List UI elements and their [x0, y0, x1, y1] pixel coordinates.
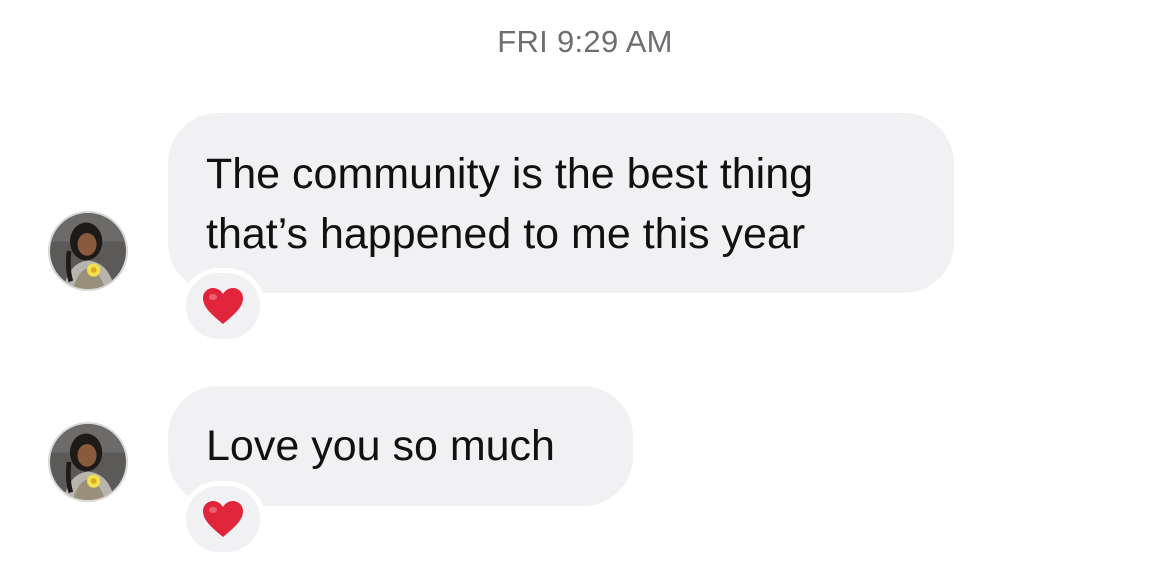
red-heart-icon	[203, 501, 243, 537]
message-text-line: The community is the best thing	[206, 150, 814, 198]
sender-avatar[interactable]	[48, 211, 128, 291]
sender-avatar[interactable]	[48, 422, 128, 502]
avatar-photo-icon	[50, 213, 126, 289]
message-bubble[interactable]: The community is the best thing that’s h…	[168, 113, 954, 293]
message-text-line: Love you so much	[206, 422, 555, 470]
reaction-badge[interactable]	[181, 268, 265, 344]
message-timestamp: FRI 9:29 AM	[497, 24, 673, 59]
avatar-photo-icon	[50, 424, 126, 500]
red-heart-icon	[203, 288, 243, 324]
message-text-line: that’s happened to me this year	[206, 210, 806, 258]
reaction-badge[interactable]	[181, 481, 265, 557]
